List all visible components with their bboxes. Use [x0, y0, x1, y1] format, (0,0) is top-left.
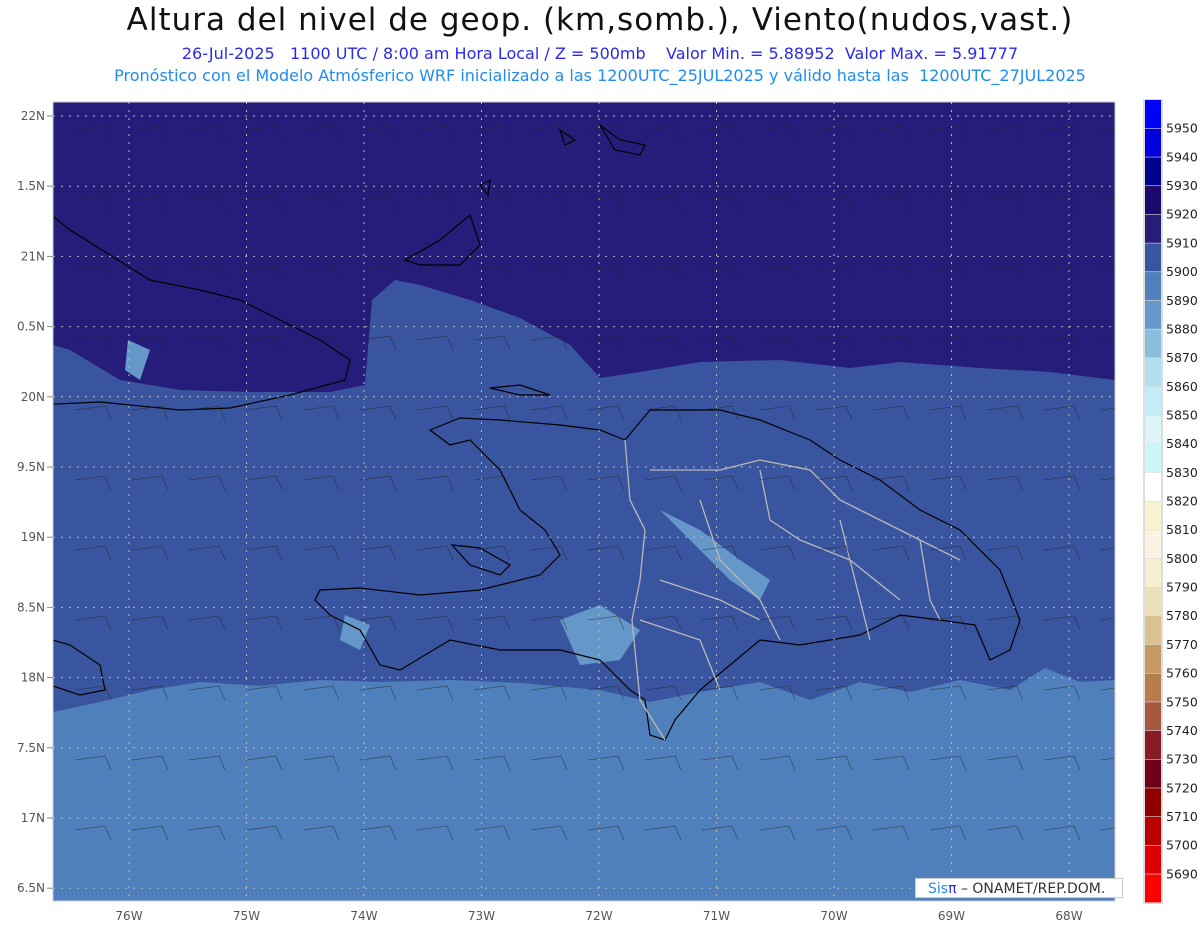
- colorbar-label: 5770: [1166, 637, 1198, 652]
- colorbar-swatch: [1145, 644, 1161, 673]
- colorbar-swatch: [1145, 501, 1161, 530]
- colorbar-label: 5910: [1166, 235, 1198, 250]
- colorbar-swatch: [1145, 415, 1161, 444]
- colorbar-swatch: [1145, 530, 1161, 559]
- colorbar-swatch: [1145, 358, 1161, 387]
- lon-label: 70W: [820, 909, 847, 923]
- credit-org: – ONAMET/REP.DOM.: [956, 881, 1106, 897]
- colorbar-label: 5870: [1166, 350, 1198, 365]
- colorbar-label: 5900: [1166, 264, 1198, 279]
- lon-label: 74W: [350, 909, 377, 923]
- colorbar-swatch: [1145, 702, 1161, 731]
- lon-label: 72W: [585, 909, 612, 923]
- colorbar-label: 5690: [1166, 866, 1198, 881]
- colorbar-swatch: [1145, 730, 1161, 760]
- lat-label: 1.5N: [17, 179, 45, 193]
- colorbar-swatch: [1145, 874, 1161, 903]
- lat-label: 22N: [21, 109, 45, 123]
- colorbar-label: 5940: [1166, 149, 1198, 164]
- colorbar: 5950 5940 5930 5920 5910 5900 5890 5880 5870 5860…: [1143, 99, 1198, 904]
- lat-label: 9.5N: [17, 460, 45, 474]
- colorbar-swatch: [1145, 128, 1161, 157]
- colorbar-label: 5810: [1166, 522, 1198, 537]
- credit-pi: π: [948, 881, 957, 897]
- colorbar-swatch: [1145, 759, 1161, 788]
- colorbar-swatch: [1145, 816, 1161, 846]
- colorbar-swatch: [1145, 673, 1161, 702]
- colorbar-swatch: [1145, 157, 1161, 186]
- lon-label: 71W: [703, 909, 730, 923]
- lon-label: 69W: [938, 909, 965, 923]
- lat-label: 0.5N: [17, 320, 45, 334]
- colorbar-swatch: [1145, 472, 1161, 501]
- colorbar-swatch: [1145, 386, 1161, 415]
- colorbar-label: 5930: [1166, 178, 1198, 193]
- colorbar-label: 5920: [1166, 207, 1198, 222]
- colorbar-swatch: [1145, 616, 1161, 645]
- colorbar-label: 5840: [1166, 436, 1198, 451]
- colorbar-label: 5820: [1166, 494, 1198, 509]
- colorbar-swatch: [1145, 788, 1161, 817]
- colorbar-swatch: [1145, 587, 1161, 616]
- colorbar-label: 5790: [1166, 580, 1198, 595]
- colorbar-swatch: [1145, 558, 1161, 587]
- colorbar-label: 5700: [1166, 838, 1198, 853]
- colorbar-label: 5950: [1166, 121, 1198, 136]
- lon-label: 68W: [1055, 909, 1082, 923]
- colorbar-label: 5800: [1166, 551, 1198, 566]
- model-info: Pronóstico con el Modelo Atmósferico WRF…: [114, 66, 1086, 85]
- colorbar-swatch: [1145, 444, 1161, 473]
- colorbar-swatch: [1145, 214, 1161, 243]
- colorbar-swatch: [1145, 329, 1161, 358]
- low-height-field: [53, 668, 1115, 901]
- credit-sis: Sis: [928, 881, 949, 897]
- map-title: Altura del nivel de geop. (km,somb.), Vi…: [126, 2, 1074, 38]
- colorbar-label: 5710: [1166, 809, 1198, 824]
- colorbar-swatch: [1145, 243, 1161, 272]
- colorbar-label: 5830: [1166, 465, 1198, 480]
- colorbar-swatch: [1145, 186, 1161, 215]
- lat-label: 6.5N: [17, 881, 45, 895]
- colorbar-label: 5860: [1166, 379, 1198, 394]
- high-height-field: [53, 102, 1115, 392]
- lon-label: 73W: [468, 909, 495, 923]
- lat-label: 18N: [21, 671, 45, 685]
- credit-logo: Sisπ – ONAMET/REP.DOM.: [915, 878, 1123, 898]
- lon-label: 75W: [233, 909, 260, 923]
- colorbar-label: 5750: [1166, 694, 1198, 709]
- colorbar-label: 5730: [1166, 752, 1198, 767]
- lat-label: 19N: [21, 530, 45, 544]
- colorbar-swatch: [1145, 845, 1161, 874]
- colorbar-label: 5720: [1166, 780, 1198, 795]
- colorbar-label: 5850: [1166, 407, 1198, 422]
- lon-label: 76W: [115, 909, 142, 923]
- colorbar-label: 5780: [1166, 608, 1198, 623]
- lat-label: 17N: [21, 811, 45, 825]
- colorbar-label: 5890: [1166, 293, 1198, 308]
- lat-label: 21N: [21, 249, 45, 263]
- lat-label: 8.5N: [17, 600, 45, 614]
- colorbar-swatch: [1145, 272, 1161, 301]
- map-subtitle: 26-Jul-2025 1100 UTC / 8:00 am Hora Loca…: [181, 44, 1019, 63]
- colorbar-swatch: [1145, 300, 1161, 329]
- colorbar-label: 5880: [1166, 321, 1198, 336]
- geopotential-map: 22N 1.5N 21N 0.5N 20N 9.5N 19N 8.5N 18N 7.5N 17N 6.…: [17, 99, 1198, 923]
- colorbar-swatch: [1145, 100, 1161, 129]
- colorbar-label: 5740: [1166, 723, 1198, 738]
- lat-label: 20N: [21, 390, 45, 404]
- lat-label: 7.5N: [17, 741, 45, 755]
- colorbar-label: 5760: [1166, 666, 1198, 681]
